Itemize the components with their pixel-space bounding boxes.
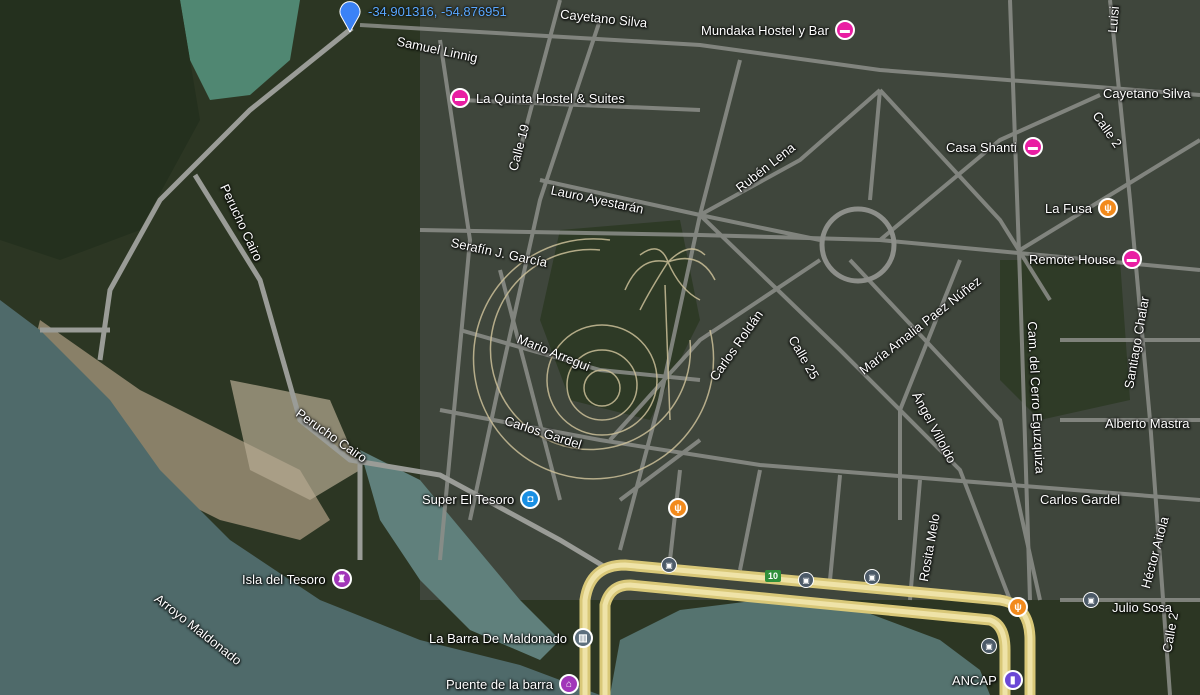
bus-stop-icon[interactable]: ▣ [1083, 592, 1099, 608]
bus-stop-icon[interactable]: ▣ [981, 638, 997, 654]
poi-label: La Fusa [1045, 200, 1092, 216]
poi-label: Super El Tesoro [422, 491, 515, 507]
bed-icon: ▬ [1121, 249, 1142, 269]
poi-label: Casa Shanti [946, 139, 1017, 155]
coordinates-label: -34.901316, -54.876951 [368, 4, 507, 19]
poi-isla-del-tesoro[interactable]: Isla del Tesoro ♜ [242, 569, 352, 589]
poi-label: La Quinta Hostel & Suites [476, 90, 625, 106]
poi-restaurant[interactable]: ψ [668, 498, 688, 518]
bed-icon: ▬ [1022, 137, 1043, 157]
poi-label: La Barra De Maldonado [429, 630, 568, 646]
street-cayetano-silva-right: Cayetano Silva [1103, 86, 1191, 101]
museum-icon: ▥ [573, 628, 594, 648]
poi-remote-house[interactable]: Remote House ▬ [1029, 249, 1142, 269]
poi-label: Puente de la barra [446, 676, 553, 692]
street-carlos-gardel-right: Carlos Gardel [1040, 492, 1121, 507]
route-10-badge: 10 [765, 570, 782, 582]
poi-puente[interactable]: Puente de la barra ⌂ [446, 674, 579, 694]
location-pin-icon[interactable] [338, 0, 362, 32]
poi-la-fusa[interactable]: La Fusa ψ [1045, 198, 1118, 218]
bed-icon: ▬ [834, 20, 855, 40]
gas-station-icon: ▮ [1002, 670, 1023, 690]
poi-super-el-tesoro[interactable]: Super El Tesoro ◘ [422, 489, 541, 509]
attraction-icon: ♜ [331, 569, 352, 589]
fork-knife-icon: ψ [1008, 597, 1028, 617]
fork-knife-icon: ψ [1097, 198, 1118, 218]
attraction-icon: ⌂ [558, 674, 579, 694]
map-canvas[interactable]: -34.901316, -54.876951 Cayetano Silva Ca… [0, 0, 1200, 695]
poi-label: ANCAP [952, 672, 997, 688]
street-julio-sosa: Julio Sosa [1112, 600, 1172, 615]
bed-icon: ▬ [450, 88, 470, 108]
poi-restaurant-2[interactable]: ψ [1008, 597, 1028, 617]
poi-casa-shanti[interactable]: Casa Shanti ▬ [946, 137, 1043, 157]
poi-ancap[interactable]: ANCAP ▮ [952, 670, 1023, 690]
shopping-bag-icon: ◘ [520, 489, 541, 509]
bus-stop-icon[interactable]: ▣ [864, 569, 880, 585]
fork-knife-icon: ψ [668, 498, 688, 518]
bus-stop-icon[interactable]: ▣ [798, 572, 814, 588]
poi-mundaka[interactable]: Mundaka Hostel y Bar ▬ [701, 20, 855, 40]
poi-label: Remote House [1029, 251, 1116, 267]
poi-label: Isla del Tesoro [242, 571, 326, 587]
bus-stop-icon[interactable]: ▣ [661, 557, 677, 573]
poi-la-barra[interactable]: La Barra De Maldonado ▥ [429, 628, 594, 648]
poi-label: Mundaka Hostel y Bar [701, 22, 829, 38]
street-luisi: Luisi [1104, 5, 1123, 34]
street-alberto-mastra: Alberto Mastra [1105, 416, 1190, 431]
poi-la-quinta[interactable]: ▬ La Quinta Hostel & Suites [450, 88, 625, 108]
